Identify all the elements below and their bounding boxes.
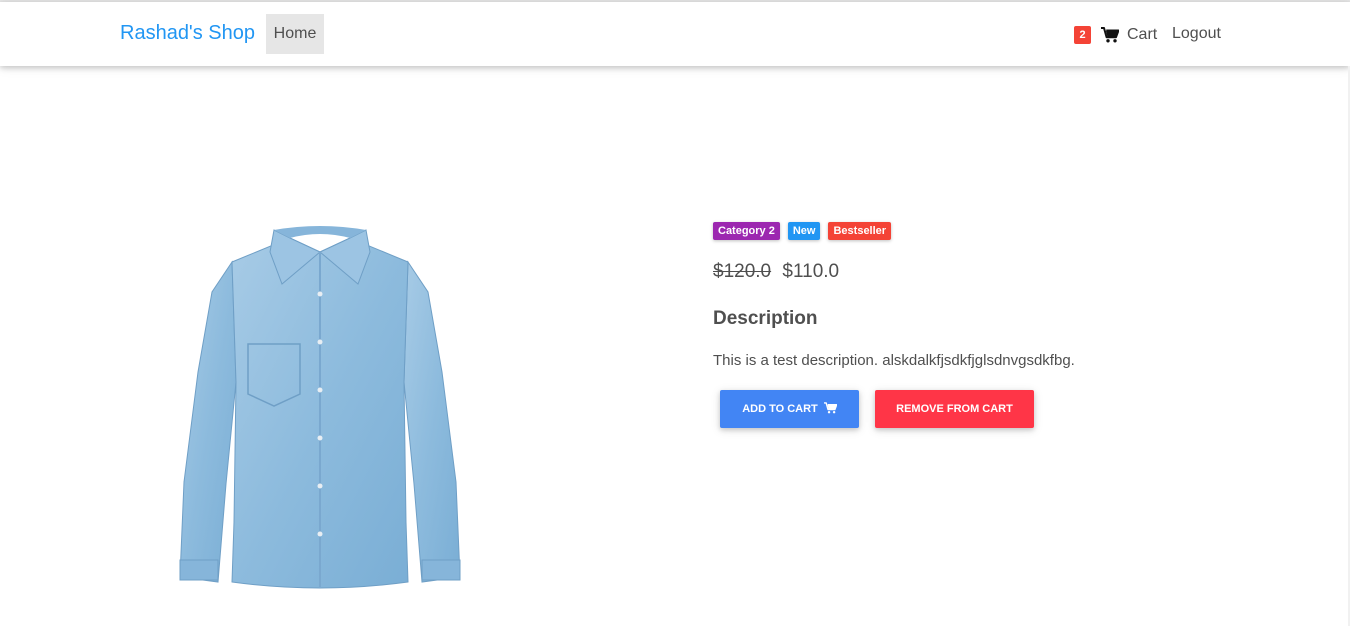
shopping-cart-icon: [823, 401, 838, 417]
badge-bestseller: Bestseller: [828, 222, 892, 240]
current-price: $110.0: [782, 261, 840, 282]
old-price: $120.0: [713, 261, 772, 282]
add-to-cart-label: ADD TO CART: [742, 403, 818, 415]
badge-category: Category 2: [713, 222, 780, 240]
description-text: This is a test description. alskdalkfjsd…: [713, 352, 1075, 369]
add-to-cart-button[interactable]: ADD TO CART: [720, 390, 859, 428]
remove-from-cart-button[interactable]: REMOVE FROM CART: [875, 390, 1034, 428]
badge-new: New: [787, 222, 821, 240]
navbar: Rashad's Shop Home 2 Cart Logout: [0, 2, 1350, 66]
cart-label: Cart: [1127, 26, 1158, 43]
price-row: $120.0 $110.0: [713, 261, 839, 283]
product-badges: Category 2 New Bestseller: [713, 222, 892, 240]
description-heading: Description: [713, 308, 818, 329]
product-page: Rashad's Shop Home 2 Cart Logout Categor…: [0, 0, 1350, 626]
shopping-cart-icon: [1101, 27, 1119, 43]
cart-link[interactable]: Cart: [1101, 24, 1157, 46]
cart-count-badge: 2: [1074, 26, 1091, 44]
nav-home-link[interactable]: Home: [266, 14, 324, 54]
product-image: [170, 222, 470, 597]
logout-link[interactable]: Logout: [1172, 25, 1221, 43]
brand-link[interactable]: Rashad's Shop: [120, 22, 255, 45]
